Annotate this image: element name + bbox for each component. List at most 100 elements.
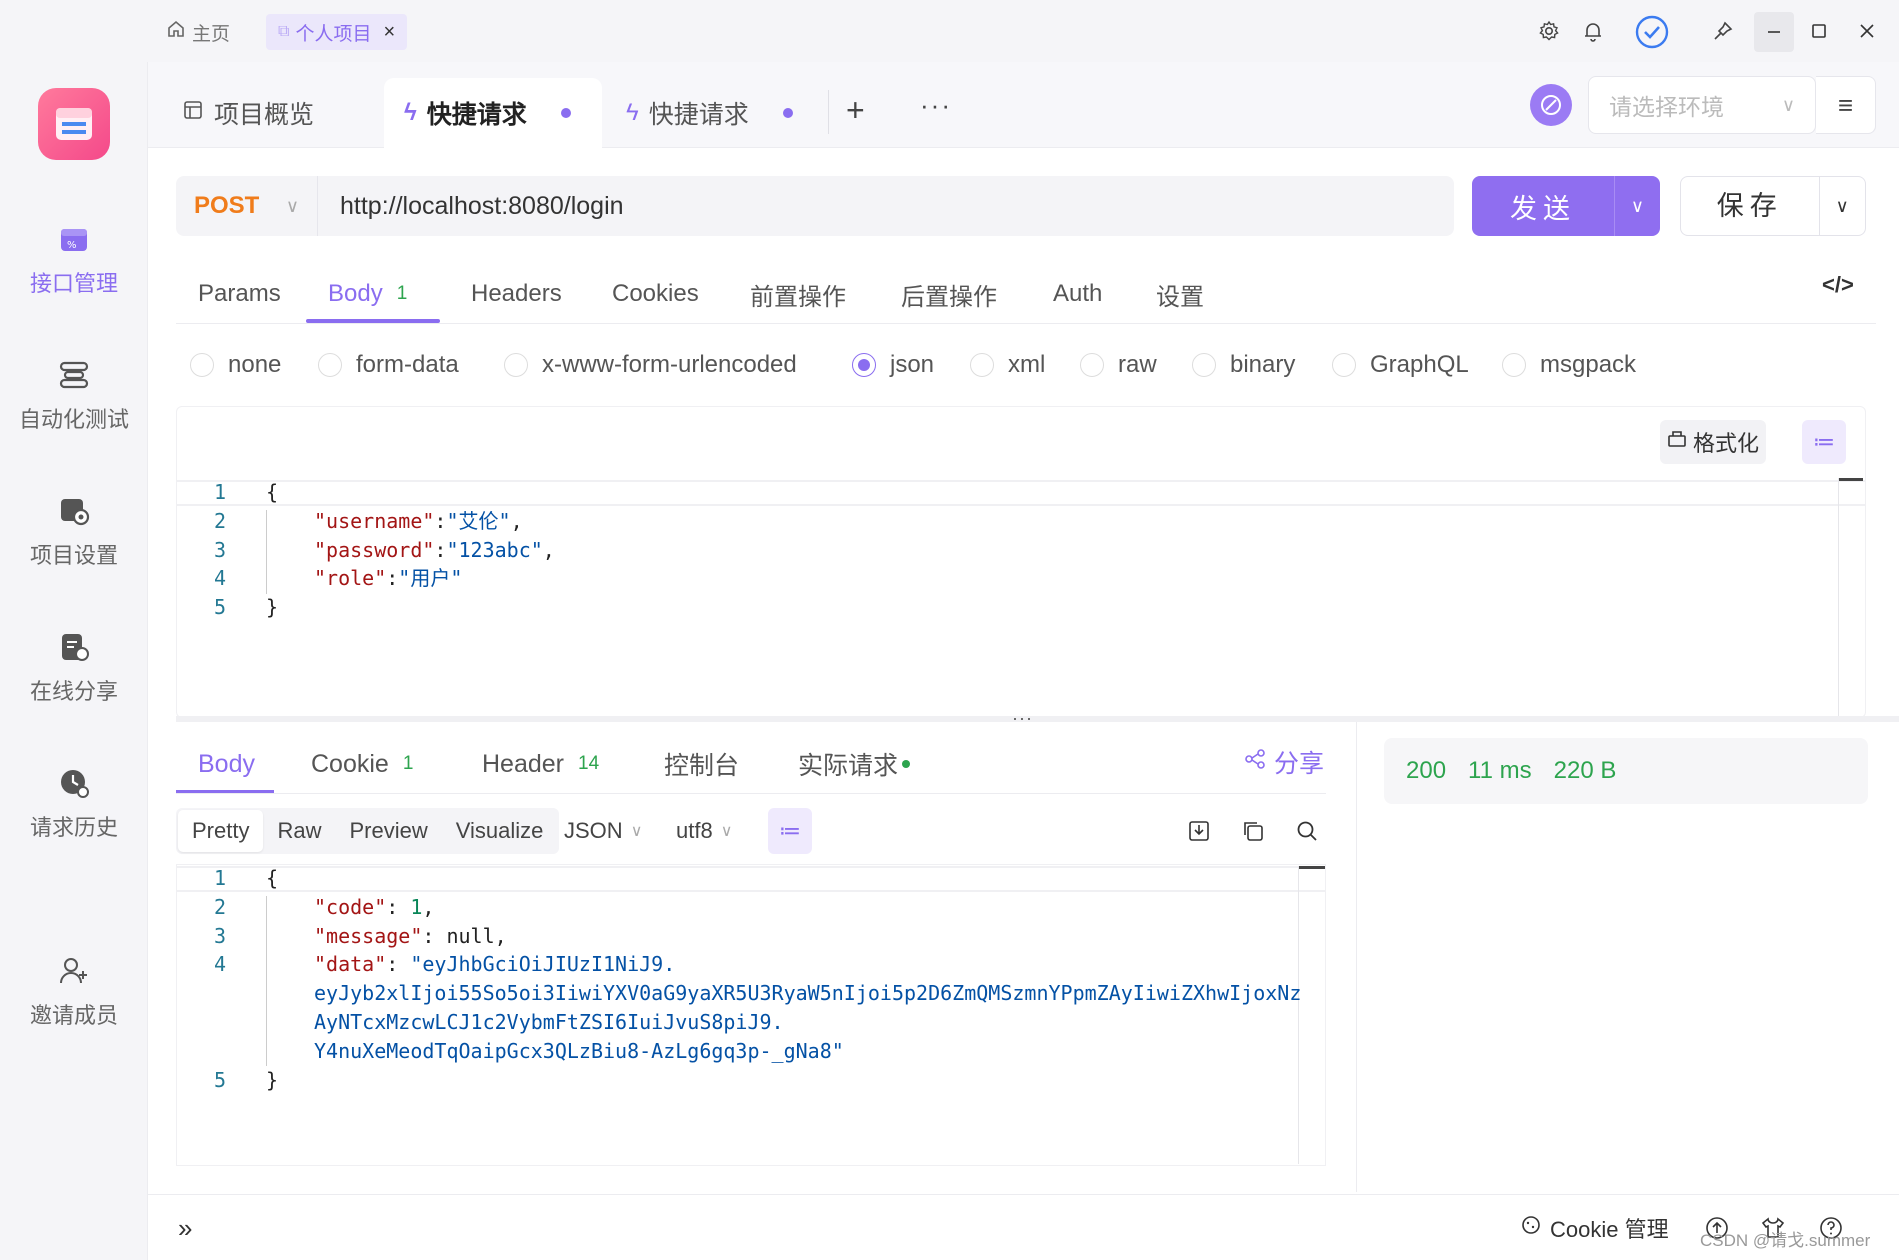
response-tab-header[interactable]: Header 14	[482, 738, 599, 790]
maximize-icon[interactable]	[1804, 16, 1834, 46]
tab-label: Body	[328, 280, 383, 307]
svg-text:%: %	[67, 240, 77, 251]
sidebar-item-invite-member[interactable]: 邀请成员	[0, 932, 148, 1052]
tab-body[interactable]: Body 1	[328, 266, 407, 322]
response-tab-console[interactable]: 控制台	[664, 738, 739, 790]
drag-handle-icon[interactable]: ···	[1012, 708, 1033, 729]
url-input[interactable]: http://localhost:8080/login	[318, 192, 624, 221]
share-button[interactable]: 分享	[1244, 744, 1324, 780]
body-type-binary[interactable]: binary	[1192, 345, 1295, 385]
format-button[interactable]: 格式化	[1660, 420, 1766, 464]
close-tab-icon[interactable]: ×	[383, 21, 395, 44]
body-type-none[interactable]: none	[190, 345, 281, 385]
save-options-dropdown[interactable]: ∨	[1820, 196, 1866, 217]
project-tab[interactable]: ⧉ 个人项目 ×	[266, 14, 408, 50]
current-line-highlight	[176, 480, 1866, 506]
send-label: 发送	[1510, 193, 1576, 224]
tab-params[interactable]: Params	[198, 266, 281, 322]
json-null: null	[446, 924, 495, 948]
tab-label: Cookie	[311, 749, 389, 778]
body-type-urlencoded[interactable]: x-www-form-urlencoded	[504, 345, 797, 385]
tab-label: Body	[198, 749, 255, 778]
search-icon[interactable]	[1292, 816, 1322, 846]
encoding-select[interactable]: utf8 ∨	[676, 808, 732, 854]
send-button[interactable]: 发送 ∨	[1472, 176, 1660, 236]
environment-placeholder: 请选择环境	[1609, 94, 1724, 120]
sidebar-item-automation[interactable]: 自动化测试	[0, 336, 148, 456]
tab-quick-request-active[interactable]: ϟ 快捷请求	[384, 78, 602, 148]
unsaved-dot	[782, 108, 793, 118]
sidebar-item-api-management[interactable]: % 接口管理	[0, 200, 148, 320]
minimize-icon[interactable]	[1754, 12, 1794, 52]
code-snippet-icon[interactable]: </>	[1822, 272, 1854, 298]
project-settings-icon	[57, 494, 91, 528]
tab-cookies[interactable]: Cookies	[612, 266, 699, 322]
body-type-xml[interactable]: xml	[970, 345, 1045, 385]
tab-project-overview[interactable]: 项目概览	[162, 78, 334, 148]
body-type-json[interactable]: json	[852, 345, 934, 385]
cookie-manage-button[interactable]: Cookie 管理	[1520, 1212, 1669, 1244]
response-wrap-button[interactable]: ≔	[768, 808, 812, 854]
download-icon[interactable]	[1184, 816, 1214, 846]
sidebar-item-online-share[interactable]: 在线分享	[0, 608, 148, 728]
tab-label: Params	[198, 280, 281, 307]
menu-button[interactable]: ≡	[1816, 76, 1876, 134]
view-visualize[interactable]: Visualize	[442, 810, 558, 852]
send-options-dropdown[interactable]: ∨	[1614, 176, 1660, 236]
tab-auth[interactable]: Auth	[1053, 266, 1102, 322]
tab-pre-operations[interactable]: 前置操作	[750, 266, 846, 322]
tab-headers[interactable]: Headers	[471, 266, 562, 322]
tab-post-operations[interactable]: 后置操作	[901, 266, 997, 322]
editor-scrollbar[interactable]	[1838, 478, 1863, 718]
body-type-msgpack[interactable]: msgpack	[1502, 345, 1636, 385]
json-key: "password"	[314, 538, 435, 562]
radio-circle	[190, 353, 214, 377]
format-select[interactable]: JSON ∨	[564, 808, 642, 854]
response-tab-actual-request[interactable]: 实际请求	[798, 738, 911, 790]
home-icon	[166, 19, 186, 45]
panel-splitter[interactable]	[176, 716, 1899, 722]
view-pretty[interactable]: Pretty	[178, 810, 264, 852]
body-type-form-data[interactable]: form-data	[318, 345, 459, 385]
external-link-icon: ⧉	[278, 23, 290, 40]
view-raw[interactable]: Raw	[263, 810, 335, 852]
expand-panel-icon[interactable]: »	[178, 1212, 192, 1244]
response-scrollbar[interactable]	[1298, 866, 1325, 1164]
word-wrap-button[interactable]: ≔	[1802, 420, 1846, 464]
body-type-graphql[interactable]: GraphQL	[1332, 345, 1469, 385]
method-label: POST	[194, 192, 260, 219]
close-window-icon[interactable]	[1852, 16, 1882, 46]
line-number-empty	[176, 979, 226, 1008]
body-type-raw[interactable]: raw	[1080, 345, 1157, 385]
bell-icon[interactable]	[1578, 16, 1608, 46]
home-tab[interactable]: 主页	[154, 14, 242, 50]
tab-settings[interactable]: 设置	[1156, 266, 1204, 322]
code-line: 1{	[176, 478, 278, 507]
add-tab-icon[interactable]: +	[846, 92, 865, 129]
save-button[interactable]: 保存 ∨	[1680, 176, 1866, 236]
copy-icon[interactable]	[1238, 816, 1268, 846]
tab-quick-request[interactable]: ϟ 快捷请求	[606, 78, 813, 148]
environment-select[interactable]: 请选择环境 ∨	[1588, 76, 1816, 134]
tab-label: 快捷请求	[648, 101, 749, 129]
code-line-wrapped: Y4nuXeMeodTqOaipGcx3QLzBiu8-AzLg6gq3p-_g…	[176, 1037, 844, 1066]
sidebar-item-request-history[interactable]: 请求历史	[0, 744, 148, 864]
tab-label: 实际请求	[798, 752, 899, 780]
method-select[interactable]: POST ∨	[176, 176, 318, 236]
format-icon	[1667, 429, 1687, 455]
response-tab-body[interactable]: Body	[198, 738, 255, 790]
chevron-down-icon: ∨	[1781, 94, 1795, 115]
environment-icon[interactable]	[1530, 84, 1572, 126]
active-tab-indicator	[306, 319, 440, 323]
response-tab-cookie[interactable]: Cookie 1	[311, 738, 413, 790]
json-string: "eyJhbGciOiJIUzI1NiJ9.	[410, 952, 676, 976]
sidebar-item-label: 邀请成员	[29, 1003, 118, 1028]
sidebar-item-project-settings[interactable]: 项目设置	[0, 472, 148, 592]
sync-status-icon[interactable]	[1632, 12, 1672, 52]
tab-label: 设置	[1156, 283, 1204, 311]
pin-icon[interactable]	[1708, 16, 1738, 46]
more-tabs-icon[interactable]: ···	[920, 90, 952, 121]
automation-icon	[57, 358, 91, 392]
view-preview[interactable]: Preview	[335, 810, 441, 852]
settings-icon[interactable]	[1534, 16, 1564, 46]
